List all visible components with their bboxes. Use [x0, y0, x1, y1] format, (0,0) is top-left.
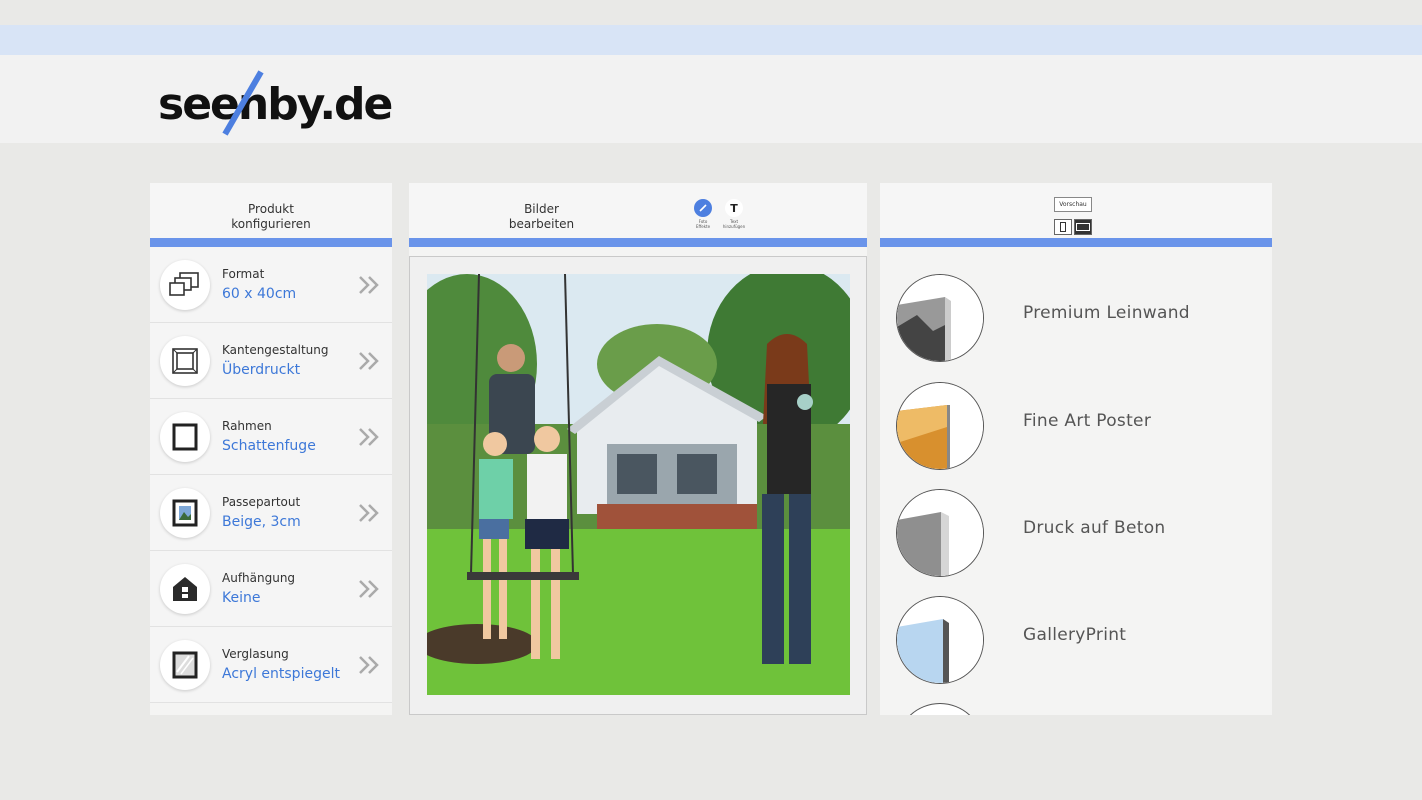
option-label: Kantengestaltung	[222, 343, 329, 357]
frame-icon	[160, 412, 210, 462]
preview-button[interactable]: Vorschau	[1054, 197, 1092, 212]
material-panel: Vorschau Premium Leinwand Fine Art Poste…	[880, 183, 1272, 715]
option-value: Beige, 3cm	[222, 514, 301, 530]
material-thumbnail-partial[interactable]	[896, 703, 984, 715]
image-edit-panel: Bilder bearbeiten Foto Effekte T Text hi…	[409, 183, 867, 715]
top-strip	[0, 25, 1422, 55]
option-value: 60 x 40cm	[222, 286, 297, 302]
option-glazing[interactable]: Verglasung Acryl entspiegelt	[150, 627, 392, 703]
option-label: Rahmen	[222, 419, 272, 433]
passepartout-icon	[160, 488, 210, 538]
header: seenby.de	[0, 55, 1422, 143]
chevron-right-icon[interactable]	[358, 275, 380, 295]
option-label: Format	[222, 267, 265, 281]
pencil-icon	[694, 199, 712, 217]
chevron-right-icon[interactable]	[358, 351, 380, 371]
text-icon: T	[725, 199, 743, 217]
chevron-right-icon[interactable]	[358, 503, 380, 523]
option-value: Schattenfuge	[222, 438, 316, 454]
material-name: GalleryPrint	[1023, 625, 1127, 645]
product-config-panel: Produkt konfigurieren Format 60 x 40cm K…	[150, 183, 392, 715]
material-name: Premium Leinwand	[1023, 303, 1190, 323]
format-icon	[160, 260, 210, 310]
galleryprint-material-thumbnail	[896, 596, 984, 684]
image-canvas[interactable]	[409, 256, 867, 715]
hanging-icon	[160, 564, 210, 614]
chevron-right-icon[interactable]	[358, 579, 380, 599]
option-label: Verglasung	[222, 647, 289, 661]
brand-logo[interactable]: seenby.de	[158, 70, 393, 136]
option-value: Keine	[222, 590, 261, 606]
family-photo	[427, 274, 850, 695]
option-value: Überdruckt	[222, 362, 301, 378]
material-name: Druck auf Beton	[1023, 518, 1166, 538]
glazing-icon	[160, 640, 210, 690]
option-passepartout[interactable]: Passepartout Beige, 3cm	[150, 475, 392, 551]
material-name: Fine Art Poster	[1023, 411, 1152, 431]
tool-label: Text hinzufügen	[722, 219, 746, 229]
option-edge[interactable]: Kantengestaltung Überdruckt	[150, 323, 392, 399]
add-text-tool[interactable]: T Text hinzufügen	[716, 199, 752, 229]
portrait-view-icon[interactable]	[1054, 219, 1072, 235]
product-config-header: Produkt konfigurieren	[150, 183, 392, 247]
option-format[interactable]: Format 60 x 40cm	[150, 247, 392, 323]
edge-icon	[160, 336, 210, 386]
material-header: Vorschau	[880, 183, 1272, 247]
option-hanging[interactable]: Aufhängung Keine	[150, 551, 392, 627]
option-label: Aufhängung	[222, 571, 296, 585]
view-toggle	[1054, 219, 1092, 235]
canvas-material-thumbnail	[896, 274, 984, 362]
chevron-right-icon[interactable]	[358, 655, 380, 675]
chevron-right-icon[interactable]	[358, 427, 380, 447]
product-config-title: Produkt konfigurieren	[231, 202, 311, 231]
poster-material-thumbnail	[896, 382, 984, 470]
concrete-material-thumbnail	[896, 489, 984, 577]
image-edit-title: Bilder bearbeiten	[508, 202, 575, 231]
option-value: Acryl entspiegelt	[222, 666, 340, 682]
option-label: Passepartout	[222, 495, 301, 509]
option-frame[interactable]: Rahmen Schattenfuge	[150, 399, 392, 475]
image-edit-header: Bilder bearbeiten Foto Effekte T Text hi…	[409, 183, 867, 247]
landscape-view-icon[interactable]	[1074, 219, 1092, 235]
